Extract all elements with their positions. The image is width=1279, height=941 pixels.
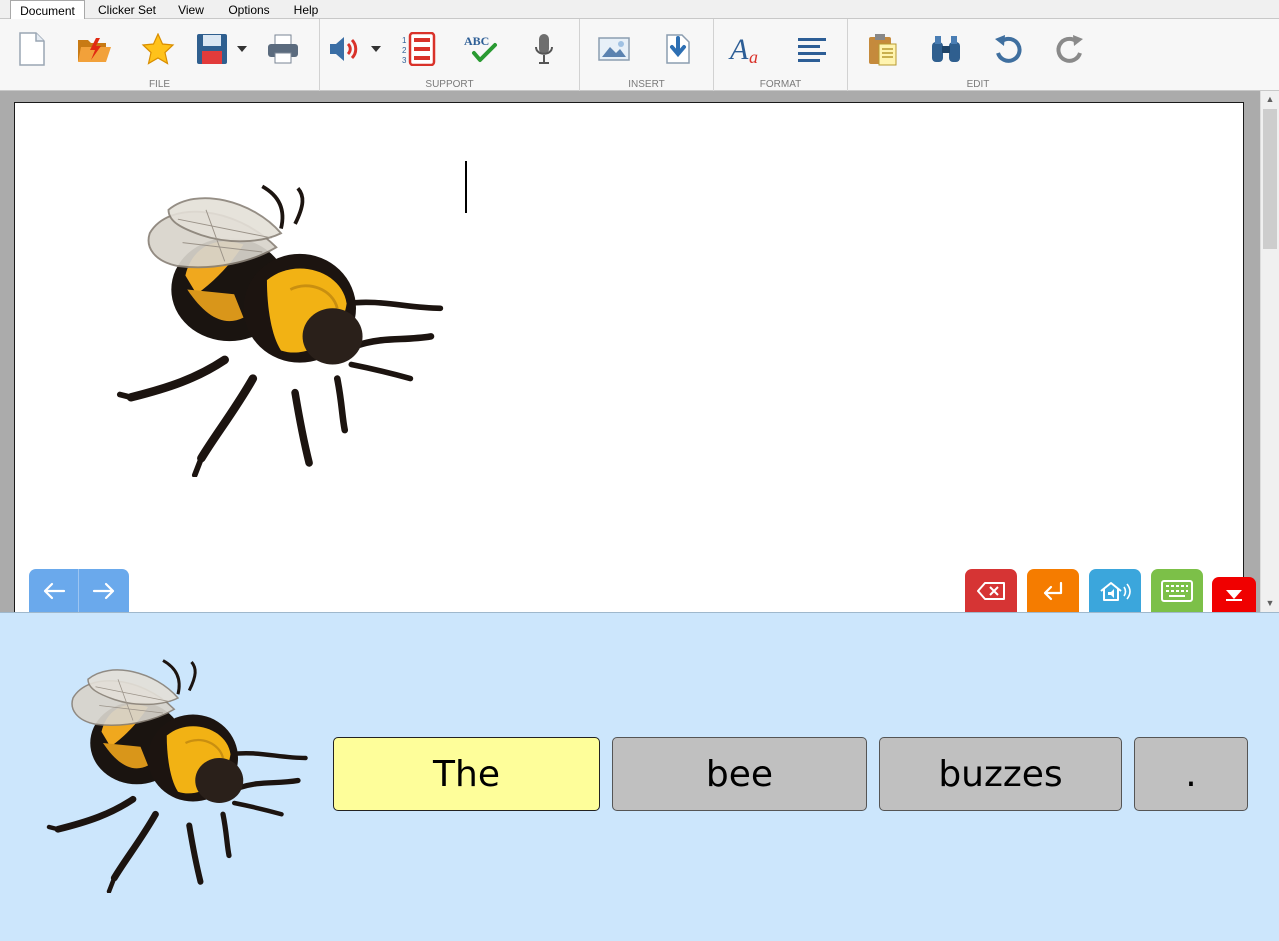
tab-options[interactable]: Options bbox=[220, 0, 278, 19]
redo-icon bbox=[1056, 35, 1083, 63]
clicker-bee-image[interactable] bbox=[38, 653, 318, 893]
svg-text:1: 1 bbox=[402, 36, 407, 45]
open-button[interactable] bbox=[74, 29, 114, 69]
svg-text:A: A bbox=[728, 33, 749, 66]
svg-text:2: 2 bbox=[402, 46, 407, 55]
insert-file-icon bbox=[666, 34, 690, 64]
align-left-icon bbox=[798, 38, 826, 62]
paste-button[interactable] bbox=[862, 29, 902, 69]
insert-picture-button[interactable] bbox=[594, 29, 634, 69]
speak-home-button[interactable] bbox=[1089, 569, 1141, 613]
cell-full-stop[interactable]: . bbox=[1134, 737, 1248, 811]
print-button[interactable] bbox=[263, 29, 303, 69]
format-group-label: FORMAT bbox=[759, 79, 802, 90]
document-bee-image[interactable] bbox=[111, 177, 451, 477]
support-group-label: SUPPORT bbox=[425, 79, 474, 90]
speech-volume-icon bbox=[330, 37, 358, 61]
open-folder-icon bbox=[78, 38, 111, 62]
arrow-right-icon bbox=[92, 582, 115, 600]
favorites-button[interactable] bbox=[138, 29, 178, 69]
document-page[interactable] bbox=[14, 102, 1244, 612]
file-group-label: FILE bbox=[148, 79, 171, 90]
new-document-icon bbox=[19, 32, 45, 66]
find-button[interactable] bbox=[926, 29, 966, 69]
svg-text:3: 3 bbox=[402, 56, 407, 65]
edit-group-label: EDIT bbox=[966, 79, 990, 90]
spellcheck-button[interactable]: ABC bbox=[460, 29, 500, 69]
backspace-icon bbox=[977, 582, 1005, 600]
keyboard-button[interactable] bbox=[1151, 569, 1203, 613]
speech-button[interactable] bbox=[324, 29, 364, 69]
menu-bar: Document Clicker Set View Options Help bbox=[0, 0, 1279, 20]
tab-view[interactable]: View bbox=[170, 0, 212, 19]
vertical-scrollbar[interactable]: ▲ ▼ bbox=[1260, 91, 1279, 612]
save-disk-icon bbox=[197, 34, 227, 64]
tab-help[interactable]: Help bbox=[286, 0, 326, 19]
next-page-button[interactable] bbox=[79, 569, 129, 613]
save-button[interactable] bbox=[192, 29, 232, 69]
paste-clipboard-icon bbox=[869, 34, 897, 66]
voice-record-button[interactable] bbox=[524, 29, 564, 69]
ribbon-toolbar: FILE 1 2 3 ABC SUPPORT INSERT A a FORMAT… bbox=[0, 19, 1279, 91]
clicker-panel: The bee buzzes . bbox=[0, 612, 1279, 941]
scroll-up-icon[interactable]: ▲ bbox=[1261, 91, 1279, 108]
scroll-down-icon[interactable]: ▼ bbox=[1261, 595, 1279, 612]
format-group: A a FORMAT bbox=[714, 19, 848, 91]
scroll-thumb[interactable] bbox=[1263, 109, 1277, 249]
word-list-button[interactable]: 1 2 3 bbox=[398, 29, 438, 69]
svg-text:ABC: ABC bbox=[464, 34, 489, 48]
cell-bee[interactable]: bee bbox=[612, 737, 867, 811]
backspace-button[interactable] bbox=[965, 569, 1017, 613]
insert-file-button[interactable] bbox=[658, 29, 698, 69]
enter-icon bbox=[1043, 581, 1063, 601]
cell-buzzes[interactable]: buzzes bbox=[879, 737, 1122, 811]
undo-button[interactable] bbox=[988, 29, 1028, 69]
align-button[interactable] bbox=[792, 29, 832, 69]
tab-document[interactable]: Document bbox=[10, 0, 85, 20]
enter-button[interactable] bbox=[1027, 569, 1079, 613]
edit-group: EDIT bbox=[848, 19, 1108, 91]
house-speaker-icon bbox=[1100, 582, 1131, 601]
print-icon bbox=[268, 34, 298, 64]
svg-text:a: a bbox=[749, 47, 758, 66]
undo-icon bbox=[995, 35, 1022, 63]
new-document-button[interactable] bbox=[12, 29, 52, 69]
insert-group-label: INSERT bbox=[628, 79, 665, 90]
arrow-left-icon bbox=[43, 582, 65, 600]
find-binoculars-icon bbox=[932, 36, 960, 62]
document-area bbox=[0, 91, 1279, 612]
keyboard-icon bbox=[1161, 580, 1193, 602]
font-style-icon: A a bbox=[728, 33, 758, 66]
redo-button[interactable] bbox=[1050, 29, 1090, 69]
cell-the[interactable]: The bbox=[333, 737, 600, 811]
insert-group: INSERT bbox=[580, 19, 714, 91]
collapse-down-icon bbox=[1226, 590, 1242, 601]
support-group: 1 2 3 ABC SUPPORT bbox=[320, 19, 580, 91]
page-navigation bbox=[29, 569, 129, 613]
minimize-panel-button[interactable] bbox=[1212, 577, 1256, 613]
numbered-list-icon: 1 2 3 bbox=[402, 32, 436, 66]
font-button[interactable]: A a bbox=[726, 29, 766, 69]
microphone-icon bbox=[535, 34, 553, 64]
insert-picture-icon bbox=[598, 37, 630, 61]
tab-clicker-set[interactable]: Clicker Set bbox=[92, 0, 162, 19]
text-cursor bbox=[465, 161, 467, 213]
file-group: FILE bbox=[0, 19, 320, 91]
previous-page-button[interactable] bbox=[29, 569, 79, 613]
favorite-star-icon bbox=[141, 33, 175, 65]
spellcheck-icon: ABC bbox=[464, 34, 497, 62]
save-dropdown-icon[interactable] bbox=[237, 45, 247, 53]
speech-dropdown-icon[interactable] bbox=[371, 45, 381, 53]
